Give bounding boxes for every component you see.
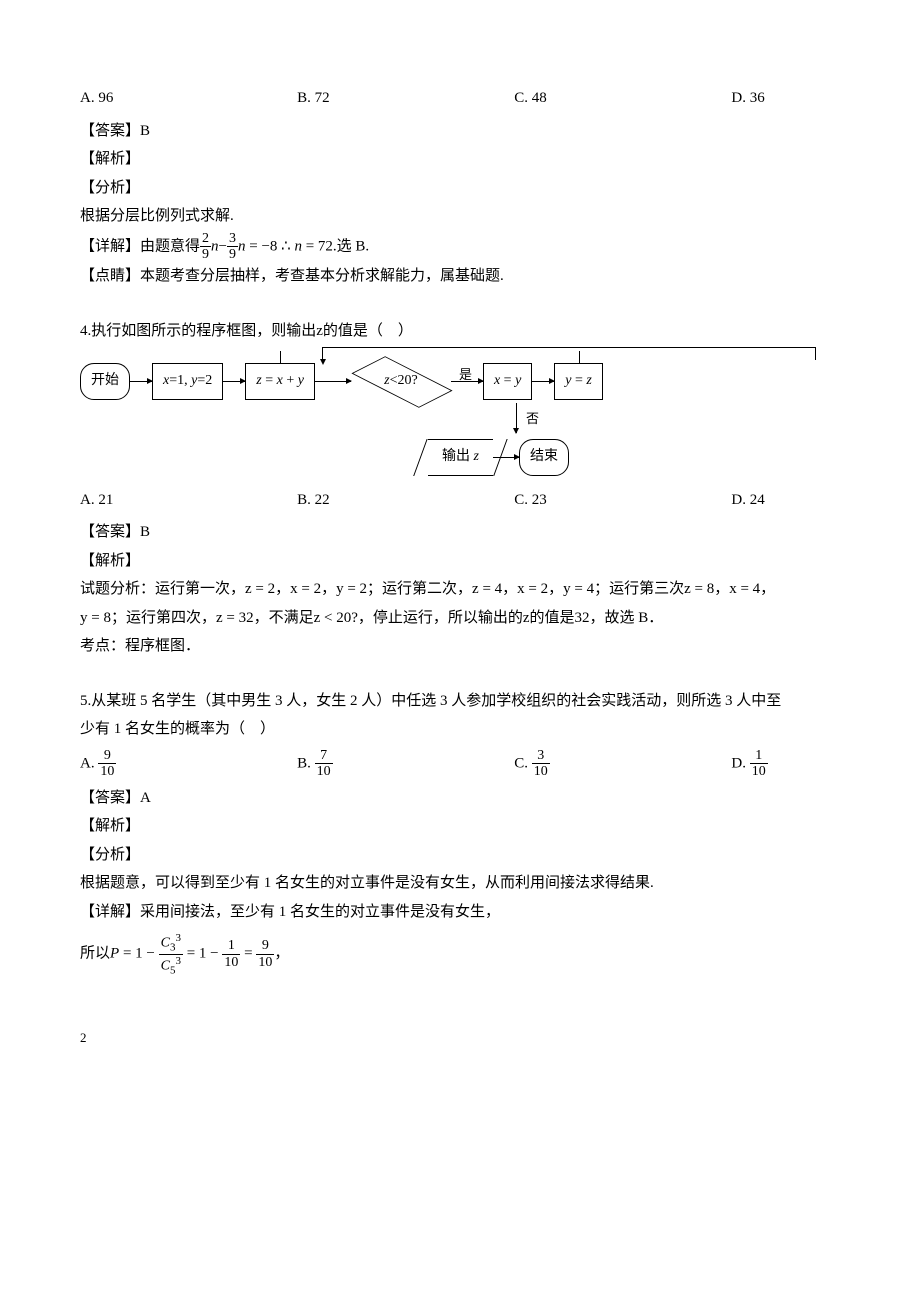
q4-analysis-l1: 试题分析：运行第一次，z = 2，x = 2，y = 2；运行第二次，z = 4… <box>80 575 840 604</box>
q4-flowchart: 开始 x=1, y=2 z = x + y z<20? 是 x = y y = … <box>80 359 840 476</box>
q5-stem-l2: 少有 1 名女生的概率为（ ） <box>80 715 840 744</box>
q4-answer: 【答案】B <box>80 518 840 547</box>
opt-a-label: A. <box>80 755 98 771</box>
q5-calc: 所以P = 1 − C33 C53 = 1 − 110 = 910， <box>80 932 840 976</box>
q5-calc-prefix: 所以 <box>80 946 110 962</box>
q5-answer: 【答案】A <box>80 784 840 813</box>
flow-condition: z<20? <box>351 359 451 403</box>
q5-jiexi: 【解析】 <box>80 812 840 841</box>
option-a: A. 910 <box>80 748 297 780</box>
q3-xiangjie-prefix: 【详解】由题意得 <box>80 238 200 254</box>
q5-xiangjie: 【详解】采用间接法，至少有 1 名女生的对立事件是没有女生， <box>80 898 840 927</box>
option-c: C. 310 <box>514 748 731 780</box>
flow-end: 结束 <box>519 439 569 476</box>
q5-stem-l1: 5.从某班 5 名学生（其中男生 3 人，女生 2 人）中任选 3 人参加学校组… <box>80 687 840 716</box>
option-d: D. 110 <box>731 748 840 780</box>
flow-assign-x: x = y <box>483 363 532 400</box>
option-c: C. 23 <box>514 486 731 515</box>
q4-analysis-l2: y = 8；运行第四次，z = 32，不满足z < 20?，停止运行，所以输出的… <box>80 604 840 633</box>
q4-kaodian: 考点：程序框图． <box>80 632 840 661</box>
flow-output: 输出 z <box>428 439 493 476</box>
flow-init: x=1, y=2 <box>152 363 223 400</box>
q4-jiexi: 【解析】 <box>80 547 840 576</box>
q5-options: A. 910 B. 710 C. 310 D. 110 <box>80 748 840 780</box>
option-a: A. 21 <box>80 486 297 515</box>
q3-fenxi-body: 根据分层比例列式求解. <box>80 202 840 231</box>
option-b: B. 710 <box>297 748 514 780</box>
option-d: D. 36 <box>731 84 840 113</box>
opt-d-label: D. <box>731 755 749 771</box>
option-b: B. 72 <box>297 84 514 113</box>
option-d: D. 24 <box>731 486 840 515</box>
q5-fenxi: 【分析】 <box>80 841 840 870</box>
flow-yes-label: 是 <box>459 363 472 388</box>
option-a: A. 96 <box>80 84 297 113</box>
q3-jiexi: 【解析】 <box>80 145 840 174</box>
q3-xiangjie: 【详解】由题意得29n−39n = −8 ∴ n = 72.选 B. <box>80 231 840 263</box>
q3-eq-mid: = −8 ∴ <box>245 238 294 254</box>
q3-fenxi: 【分析】 <box>80 174 840 203</box>
q4-stem: 4.执行如图所示的程序框图，则输出z的值是（ ） <box>80 317 840 346</box>
flow-start: 开始 <box>80 363 130 400</box>
q3-options: A. 96 B. 72 C. 48 D. 36 <box>80 84 840 113</box>
page-number: 2 <box>80 1026 840 1051</box>
q5-calc-suffix: ， <box>274 946 289 962</box>
q3-dianjing: 【点睛】本题考查分层抽样，考查基本分析求解能力，属基础题. <box>80 262 840 291</box>
q3-answer: 【答案】B <box>80 117 840 146</box>
option-c: C. 48 <box>514 84 731 113</box>
q5-fenxi-body: 根据题意，可以得到至少有 1 名女生的对立事件是没有女生，从而利用间接法求得结果… <box>80 869 840 898</box>
q3-eq-end: = 72.选 B. <box>302 238 369 254</box>
q4-options: A. 21 B. 22 C. 23 D. 24 <box>80 486 840 515</box>
flow-step: z = x + y <box>245 363 315 400</box>
flow-no-label: 否 <box>526 407 539 432</box>
option-b: B. 22 <box>297 486 514 515</box>
opt-c-label: C. <box>514 755 532 771</box>
flow-assign-y: y = z <box>554 363 603 400</box>
opt-b-label: B. <box>297 755 315 771</box>
